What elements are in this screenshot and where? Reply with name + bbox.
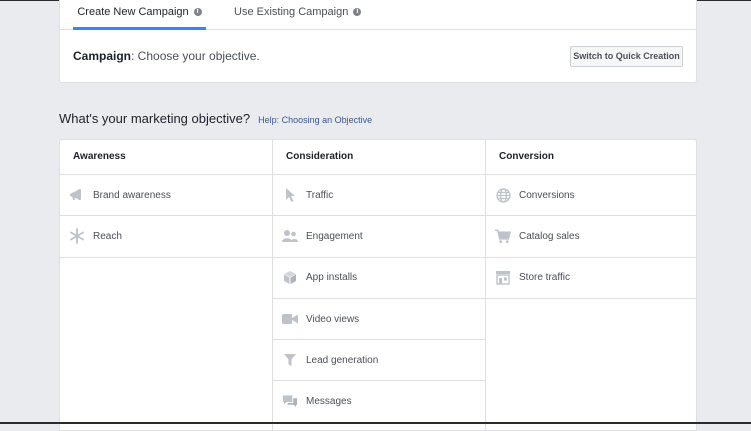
objective-label: Store traffic: [519, 272, 570, 284]
objective-reach[interactable]: Reach: [60, 216, 272, 258]
cursor-icon: [282, 187, 298, 203]
video-camera-icon: [282, 311, 298, 327]
tab-create-new-campaign[interactable]: Create New Campaign i: [73, 0, 206, 30]
tab-label: Use Existing Campaign: [234, 6, 349, 18]
objective-brand-awareness[interactable]: Brand awareness: [60, 175, 272, 217]
campaign-label: Campaign: [73, 49, 132, 63]
column-header: Awareness: [60, 140, 272, 175]
column-consideration: Consideration Traffic Engagement App ins…: [272, 140, 485, 430]
objective-heading-row: What's your marketing objective? Help: C…: [59, 111, 372, 126]
objective-catalog-sales[interactable]: Catalog sales: [486, 216, 697, 258]
objective-engagement[interactable]: Engagement: [273, 216, 485, 258]
snowflake-icon: [69, 228, 85, 245]
chat-bubbles-icon: [282, 394, 298, 410]
objective-traffic[interactable]: Traffic: [273, 175, 485, 217]
column-awareness: Awareness Brand awareness Reach: [60, 140, 272, 430]
objective-grid: Awareness Brand awareness Reach Consider…: [59, 139, 697, 431]
objective-store-traffic[interactable]: Store traffic: [486, 258, 697, 299]
campaign-tabs: Create New Campaign i Use Existing Campa…: [60, 0, 696, 30]
campaign-prompt-text: : Choose your objective.: [131, 49, 260, 63]
switch-to-quick-creation-button[interactable]: Switch to Quick Creation: [570, 46, 683, 67]
objective-label: App installs: [306, 272, 358, 284]
tab-label: Create New Campaign: [77, 6, 189, 18]
people-icon: [282, 228, 298, 244]
objective-label: Engagement: [306, 230, 363, 242]
objective-label: Traffic: [306, 189, 334, 201]
megaphone-icon: [69, 187, 85, 203]
globe-icon: [495, 187, 511, 203]
info-icon[interactable]: i: [353, 8, 362, 16]
objective-conversions[interactable]: Conversions: [486, 175, 697, 217]
help-choosing-objective-link[interactable]: Help: Choosing an Objective: [258, 115, 372, 125]
campaign-objective-prompt: Campaign: Choose your objective.: [73, 49, 260, 63]
objective-messages[interactable]: Messages: [273, 381, 485, 423]
objective-label: Messages: [306, 396, 352, 408]
objective-label: Catalog sales: [519, 230, 580, 242]
column-conversion: Conversion Conversions Catalog sales Sto…: [485, 140, 697, 430]
info-icon[interactable]: i: [193, 8, 202, 16]
shopping-cart-icon: [495, 228, 511, 244]
active-tab-indicator: [73, 27, 206, 30]
objective-video-views[interactable]: Video views: [273, 299, 485, 341]
box-icon: [282, 270, 298, 286]
objective-label: Reach: [93, 230, 122, 242]
objective-app-installs[interactable]: App installs: [273, 258, 485, 299]
objective-label: Brand awareness: [93, 189, 171, 201]
objective-label: Video views: [306, 313, 360, 325]
column-header: Consideration: [273, 140, 485, 175]
tab-use-existing-campaign[interactable]: Use Existing Campaign i: [234, 0, 362, 29]
funnel-icon: [282, 352, 298, 368]
objective-lead-generation[interactable]: Lead generation: [273, 340, 485, 382]
objective-label: Lead generation: [306, 354, 379, 366]
page-title: What's your marketing objective?: [59, 111, 251, 126]
store-icon: [495, 270, 511, 286]
objective-label: Conversions: [519, 189, 575, 201]
campaign-card: Create New Campaign i Use Existing Campa…: [59, 0, 697, 83]
column-header: Conversion: [486, 140, 697, 175]
